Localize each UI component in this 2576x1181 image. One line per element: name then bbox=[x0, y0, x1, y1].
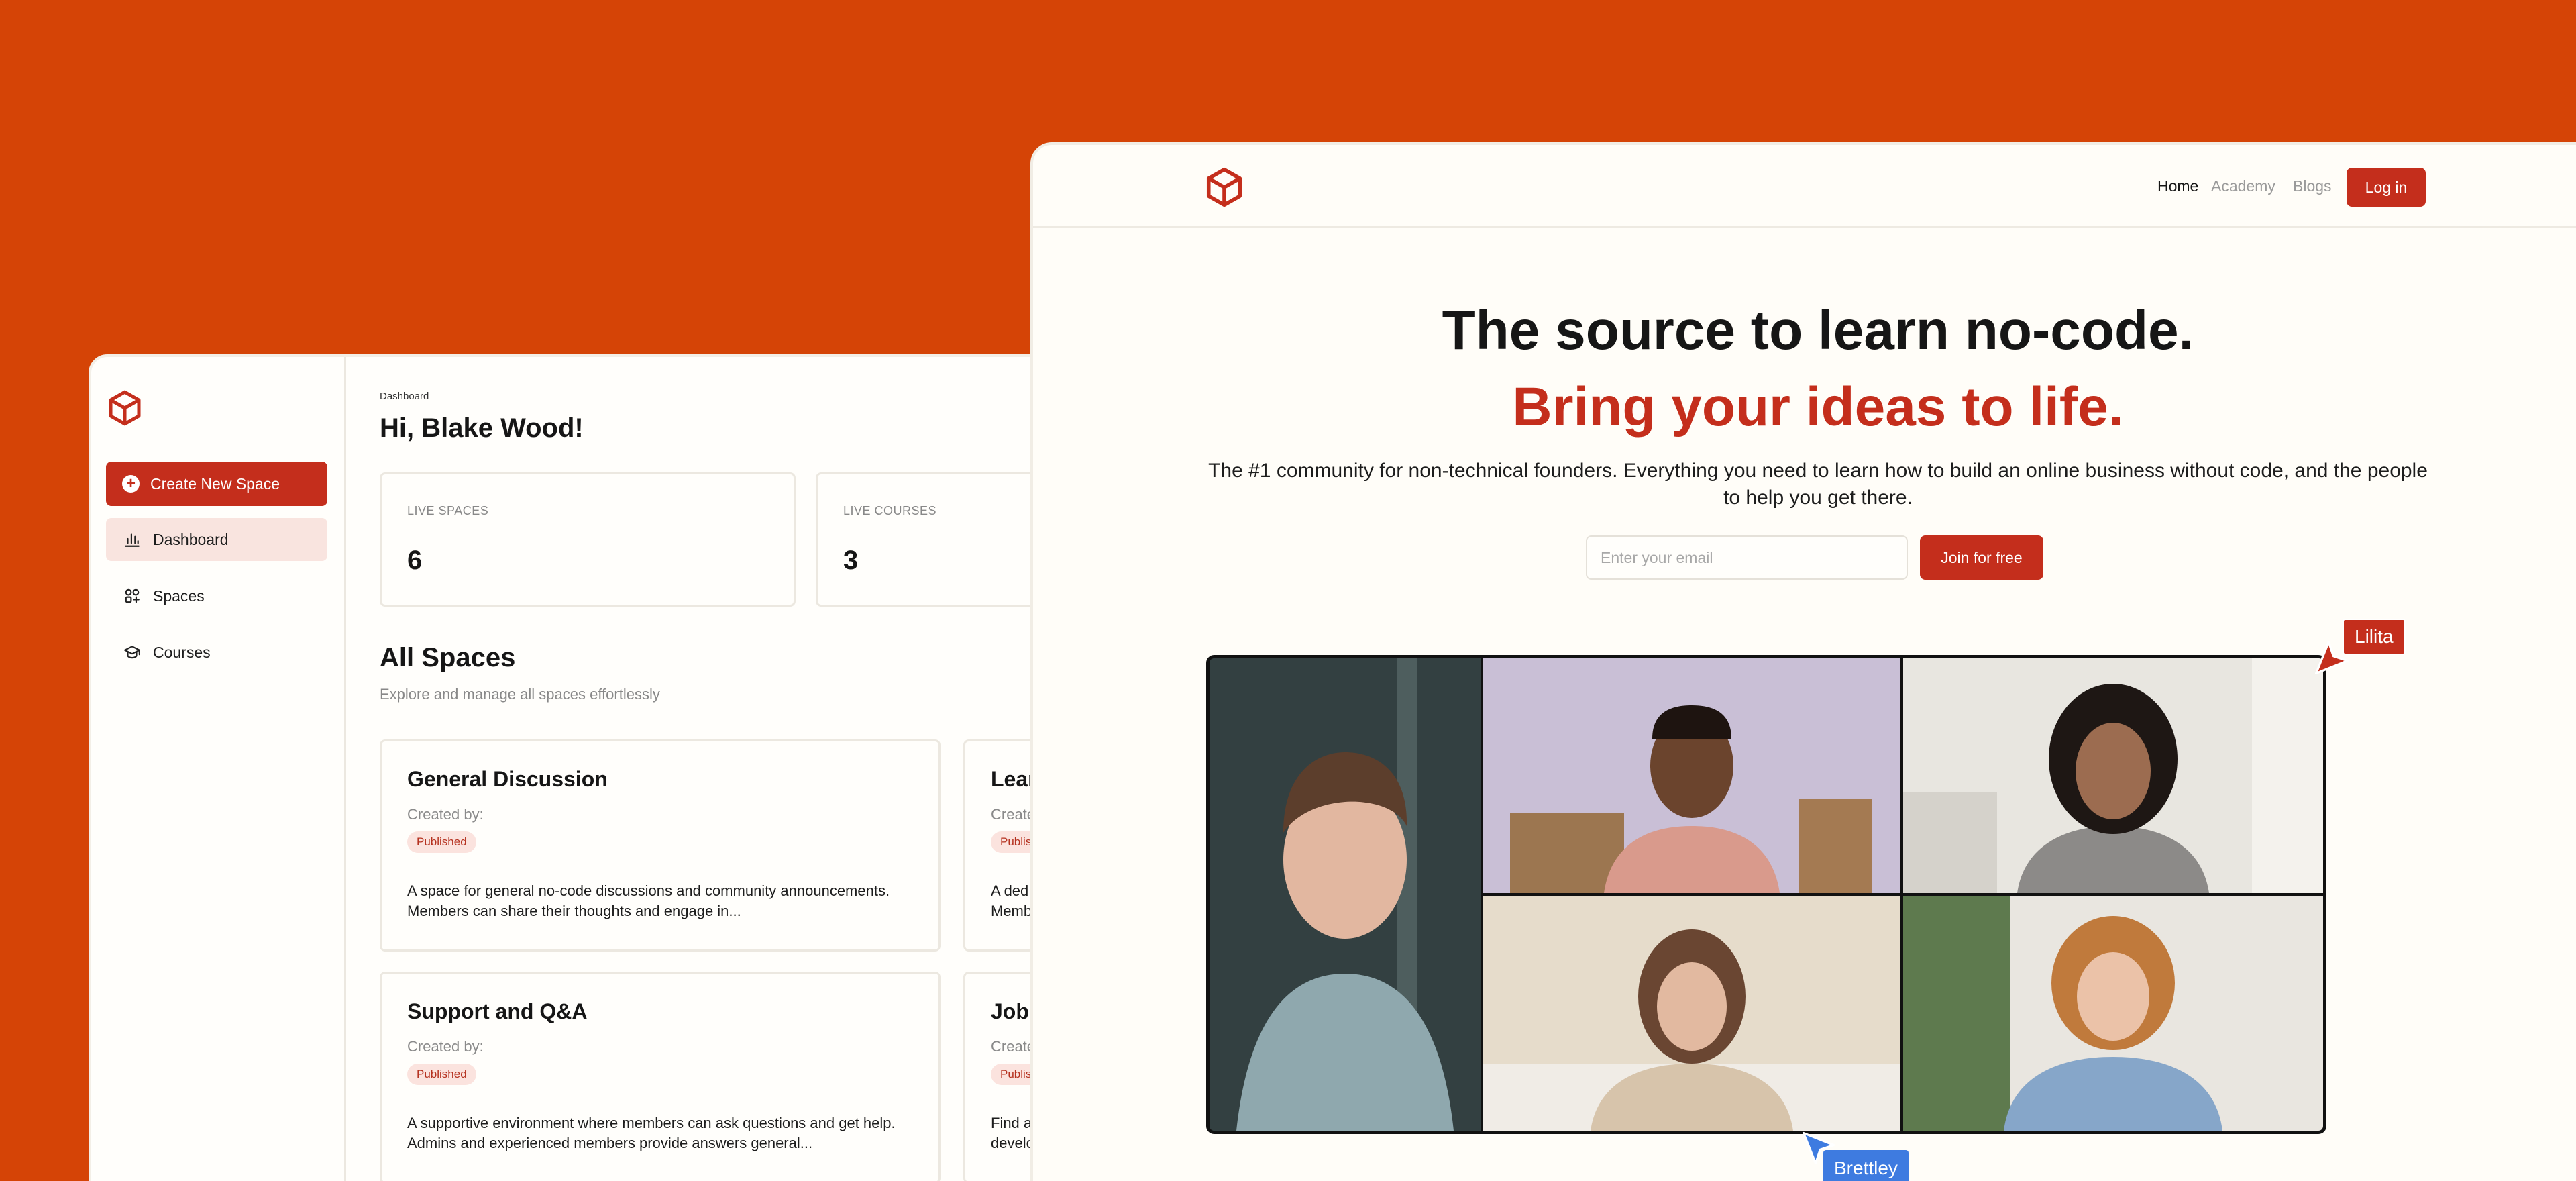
nav-link-academy[interactable]: Academy bbox=[2211, 177, 2275, 195]
nav-link-home[interactable]: Home bbox=[2157, 177, 2198, 195]
stat-value: 6 bbox=[407, 546, 423, 575]
space-title: Job bbox=[991, 999, 1029, 1023]
logo-cube-icon[interactable] bbox=[1203, 166, 1245, 208]
person-photo bbox=[1903, 658, 2323, 893]
space-title: Lear bbox=[991, 767, 1036, 791]
sidebar-item-label: Dashboard bbox=[153, 530, 229, 548]
space-created-by: Create bbox=[991, 806, 1036, 823]
person-photo bbox=[1483, 896, 1900, 1131]
cursor-tag-brettley: Brettley bbox=[1823, 1150, 1909, 1181]
video-participant-tile bbox=[1903, 896, 2323, 1131]
space-card[interactable]: Support and Q&A Created by: Published A … bbox=[380, 972, 941, 1181]
plus-circle-icon: + bbox=[122, 475, 140, 493]
stat-label: LIVE COURSES bbox=[843, 504, 937, 517]
nav-link-blogs[interactable]: Blogs bbox=[2293, 177, 2332, 195]
top-navigation: Home Academy Blogs Log in bbox=[1033, 145, 2576, 228]
page-title: Hi, Blake Wood! bbox=[380, 413, 584, 443]
stat-value: 3 bbox=[843, 546, 859, 575]
breadcrumb[interactable]: Dashboard bbox=[380, 391, 429, 402]
create-new-space-label: Create New Space bbox=[150, 474, 280, 493]
sidebar-item-dashboard[interactable]: Dashboard bbox=[106, 518, 327, 561]
video-call-grid bbox=[1206, 655, 2326, 1134]
person-photo bbox=[1483, 658, 1900, 893]
video-participant-tile bbox=[1903, 658, 2323, 893]
space-description: A space for general no-code discussions … bbox=[407, 882, 890, 919]
section-subtitle: Explore and manage all spaces effortless… bbox=[380, 686, 660, 703]
stat-card-live-spaces: LIVE SPACES 6 bbox=[380, 472, 796, 607]
sidebar: + Create New Space Dashboard Spaces Cour… bbox=[91, 357, 346, 1181]
stat-label: LIVE SPACES bbox=[407, 504, 489, 517]
space-created-by: Create bbox=[991, 1038, 1036, 1055]
space-description: A ded Memb bbox=[991, 882, 1032, 919]
person-photo bbox=[1903, 896, 2323, 1131]
space-card[interactable]: General Discussion Created by: Published… bbox=[380, 739, 941, 952]
dashboard-window: + Create New Space Dashboard Spaces Cour… bbox=[89, 354, 1162, 1181]
join-for-free-button[interactable]: Join for free bbox=[1920, 535, 2043, 580]
section-title: All Spaces bbox=[380, 643, 516, 672]
sidebar-item-courses[interactable]: Courses bbox=[106, 631, 327, 674]
sidebar-item-label: Courses bbox=[153, 643, 211, 661]
space-title: Support and Q&A bbox=[407, 999, 588, 1023]
space-description: A supportive environment where members c… bbox=[407, 1115, 896, 1151]
person-photo bbox=[1210, 658, 1481, 1131]
space-created-by: Created by: bbox=[407, 806, 484, 823]
sidebar-item-spaces[interactable]: Spaces bbox=[106, 574, 327, 617]
video-participant-tile bbox=[1210, 658, 1481, 1131]
hero-subheadline: The #1 community for non-technical found… bbox=[1208, 460, 2428, 509]
spaces-grid-icon bbox=[125, 588, 140, 603]
login-button[interactable]: Log in bbox=[2347, 168, 2426, 207]
graduation-cap-icon bbox=[124, 646, 140, 659]
landing-window: Home Academy Blogs Log in The source to … bbox=[1030, 142, 2576, 1181]
hero-headline-accent: Bring your ideas to life. bbox=[1512, 376, 2124, 438]
space-title: General Discussion bbox=[407, 767, 608, 791]
video-participant-tile bbox=[1483, 896, 1900, 1131]
status-badge: Published bbox=[407, 1064, 476, 1085]
space-created-by: Created by: bbox=[407, 1038, 484, 1055]
cursor-tag-lilita: Lilita bbox=[2343, 619, 2406, 655]
hero-headline: The source to learn no-code. bbox=[1442, 300, 2194, 361]
bar-chart-icon bbox=[125, 533, 140, 547]
create-new-space-button[interactable]: + Create New Space bbox=[106, 462, 327, 506]
video-participant-tile bbox=[1483, 658, 1900, 893]
sidebar-item-label: Spaces bbox=[153, 586, 205, 605]
logo-cube-icon[interactable] bbox=[106, 389, 144, 427]
email-input[interactable]: Enter your email bbox=[1586, 535, 1908, 580]
status-badge: Published bbox=[407, 831, 476, 853]
